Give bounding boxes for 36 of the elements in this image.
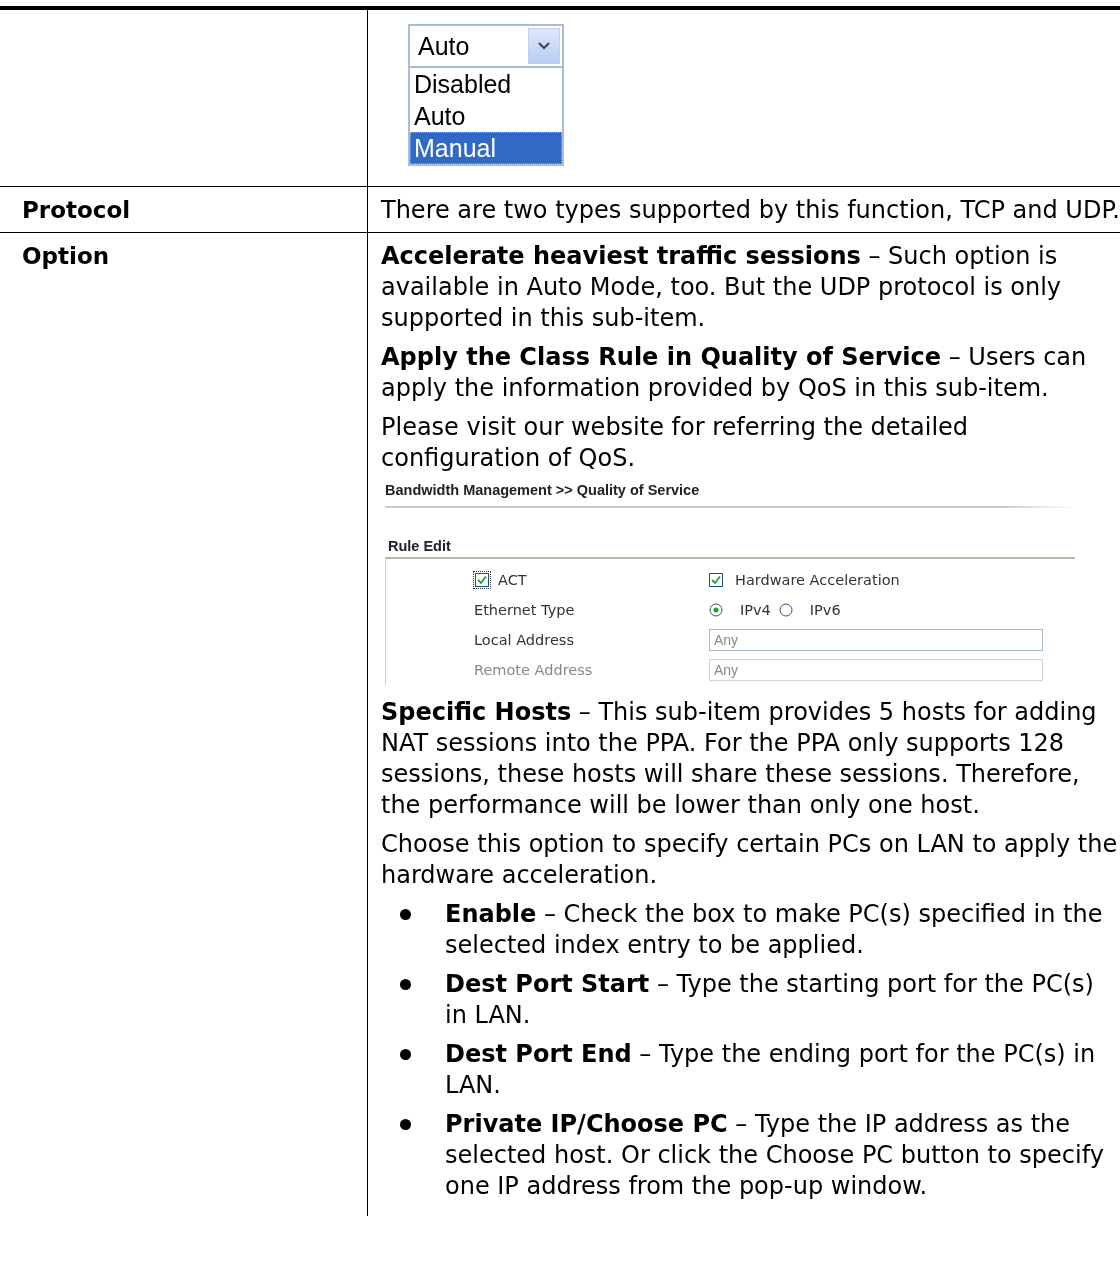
bullet-icon <box>400 1049 411 1060</box>
checked-checkbox[interactable] <box>475 573 489 587</box>
checkbox-label: Hardware Acceleration <box>735 572 900 588</box>
paragraph: Specific Hosts – This sub-item provides 5 hosts for adding NAT sessions into the PPA. For the PPA only supports 128 sessions, these hosts will share these sessions. Therefore, the performance will be lower than only one host. <box>381 697 1098 821</box>
field-label: Ethernet Type <box>474 602 576 618</box>
text-field[interactable]: Any <box>709 629 1043 651</box>
bullet-text: Dest Port End – Type the ending port for the PC(s) in LAN. <box>445 1039 1097 1101</box>
paragraph: Choose this option to specify certain PCs on LAN to apply the hardware acceleration. <box>381 829 1119 891</box>
radio-button[interactable] <box>709 603 723 617</box>
radio-button[interactable] <box>778 603 793 617</box>
row-label: Option <box>22 243 110 269</box>
breadcrumb: Bandwidth Management >> Quality of Service <box>385 482 701 500</box>
bullet-icon <box>400 1119 411 1130</box>
dropdown-option[interactable]: Disabled <box>410 68 562 100</box>
field-label: Remote Address <box>474 662 594 678</box>
bullet-text: Enable – Check the box to make PC(s) specified in the selected index entry to be applied. <box>445 899 1104 961</box>
paragraph: Please visit our website for referring the detailed configuration of QoS. <box>381 412 970 474</box>
bullet-text: Dest Port Start – Type the starting port for the PC(s) in LAN. <box>445 969 1095 1031</box>
checked-checkbox[interactable] <box>709 573 723 587</box>
paragraph: Apply the Class Rule in Quality of Service – Users can apply the information provided by QoS in this sub-item. <box>381 342 1088 404</box>
bullet-icon <box>400 979 411 990</box>
row-label: Protocol <box>22 197 131 223</box>
caret-icon <box>528 28 560 64</box>
section-title: Rule Edit <box>387 538 452 556</box>
checkbox-label: ACT <box>498 572 527 588</box>
text-field[interactable]: Any <box>709 659 1043 681</box>
radio-label: IPv4 <box>740 602 771 618</box>
dropdown[interactable]: Auto <box>408 24 564 68</box>
dropdown-option[interactable]: Manual <box>410 132 562 164</box>
dropdown-option[interactable]: Auto <box>410 100 562 132</box>
bullet-text: Private IP/Choose PC – Type the IP address as the selected host. Or click the Choose PC button to specify one IP address from the pop-up window. <box>445 1109 1105 1202</box>
paragraph: There are two types supported by this function, TCP and UDP. <box>381 195 1120 226</box>
radio-label: IPv6 <box>809 602 841 618</box>
bullet-icon <box>400 909 411 920</box>
field-label: Local Address <box>474 632 575 648</box>
paragraph: Accelerate heaviest traffic sessions – Such option is available in Auto Mode, too. But the UDP protocol is only supported in this sub-item. <box>381 241 1063 334</box>
